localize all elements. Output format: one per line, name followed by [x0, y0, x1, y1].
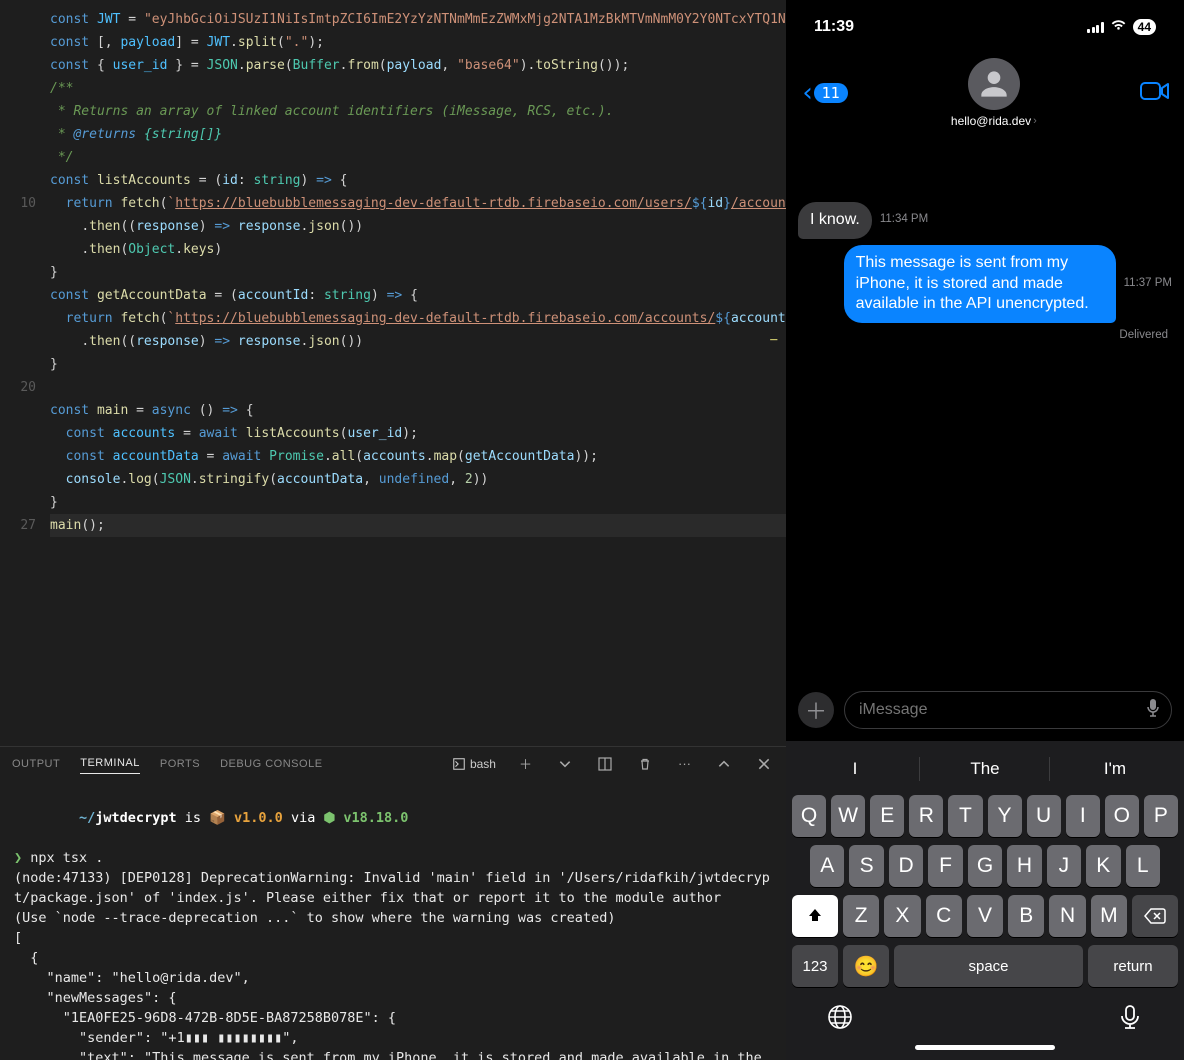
prediction[interactable]: I — [790, 747, 920, 791]
maximize-panel-button[interactable] — [714, 757, 734, 771]
terminal-output[interactable]: ~/jwtdecrypt is 📦 v1.0.0 via ⬢ v18.18.0 … — [0, 780, 786, 1060]
message-input[interactable] — [844, 691, 1172, 729]
key-w[interactable]: W — [831, 795, 865, 837]
home-indicator[interactable] — [915, 1045, 1055, 1050]
terminal-command: npx tsx . — [22, 850, 103, 866]
globe-key[interactable] — [826, 1003, 854, 1035]
message-row: This message is sent from my iPhone, it … — [798, 245, 1172, 323]
key-i[interactable]: I — [1066, 795, 1100, 837]
backspace-key[interactable] — [1132, 895, 1178, 937]
terminal-cwd: ~/ — [79, 810, 95, 826]
message-row: I know. 11:34 PM — [798, 202, 1172, 239]
key-g[interactable]: G — [968, 845, 1002, 887]
key-x[interactable]: X — [884, 895, 920, 937]
key-c[interactable]: C — [926, 895, 962, 937]
battery-level: 44 — [1133, 19, 1156, 35]
fold-indicator-icon: − — [770, 332, 778, 348]
message-timestamp: 11:37 PM — [1124, 277, 1172, 289]
key-z[interactable]: Z — [843, 895, 879, 937]
split-terminal-button[interactable] — [595, 757, 615, 771]
key-d[interactable]: D — [889, 845, 923, 887]
phone-status-bar: 11:39 44 — [786, 0, 1184, 46]
wifi-icon — [1110, 16, 1127, 38]
phone-preview: 11:39 44 ‹ 11 hello@rida.dev› — [786, 0, 1184, 1060]
panel-tab-bar: OUTPUTTERMINALPORTSDEBUG CONSOLE bash ＋ … — [0, 746, 786, 780]
facetime-button[interactable] — [1140, 81, 1170, 105]
key-v[interactable]: V — [967, 895, 1003, 937]
message-text-field[interactable] — [859, 701, 1145, 719]
message-input-bar: ＋ — [786, 681, 1184, 741]
key-h[interactable]: H — [1007, 845, 1041, 887]
prompt-symbol: ❯ — [14, 850, 22, 866]
panel-tab-output[interactable]: OUTPUT — [12, 754, 60, 774]
panel-tab-ports[interactable]: PORTS — [160, 754, 200, 774]
space-key[interactable]: space — [894, 945, 1083, 987]
key-s[interactable]: S — [849, 845, 883, 887]
code-editor[interactable]: const JWT = "eyJhbGciOiJSUzI1NiIsImtpZCI… — [0, 0, 786, 746]
new-terminal-button[interactable]: ＋ — [516, 754, 535, 773]
key-l[interactable]: L — [1126, 845, 1160, 887]
dictate-icon[interactable] — [1145, 698, 1161, 722]
key-r[interactable]: R — [909, 795, 943, 837]
keyboard: ITheI'm QWERTYUIOP ASDFGHJKL ZXCVBNM 123… — [786, 741, 1184, 1060]
key-o[interactable]: O — [1105, 795, 1139, 837]
attach-button[interactable]: ＋ — [798, 692, 834, 728]
key-b[interactable]: B — [1008, 895, 1044, 937]
status-time: 11:39 — [814, 18, 854, 36]
terminal-dropdown-icon[interactable] — [555, 757, 575, 771]
dictation-key[interactable] — [1116, 1003, 1144, 1035]
key-k[interactable]: K — [1086, 845, 1120, 887]
cellular-icon — [1087, 22, 1104, 33]
back-button[interactable]: ‹ 11 — [800, 80, 848, 106]
key-t[interactable]: T — [948, 795, 982, 837]
panel-tab-terminal[interactable]: TERMINAL — [80, 753, 140, 774]
key-a[interactable]: A — [810, 845, 844, 887]
message-bubble[interactable]: This message is sent from my iPhone, it … — [844, 245, 1116, 323]
shift-key[interactable] — [792, 895, 838, 937]
message-timestamp: 11:34 PM — [880, 213, 928, 225]
contact-name[interactable]: hello@rida.dev› — [951, 114, 1037, 128]
more-actions-button[interactable]: ··· — [675, 756, 694, 771]
avatar[interactable] — [968, 58, 1020, 110]
shell-icon — [452, 757, 466, 771]
key-q[interactable]: Q — [792, 795, 826, 837]
prediction-bar: ITheI'm — [790, 747, 1180, 791]
message-list[interactable]: I know. 11:34 PM This message is sent from… — [786, 196, 1184, 681]
key-f[interactable]: F — [928, 845, 962, 887]
key-y[interactable]: Y — [988, 795, 1022, 837]
chevron-right-icon: › — [1033, 115, 1037, 127]
emoji-key[interactable]: 😊 — [843, 945, 889, 987]
key-p[interactable]: P — [1144, 795, 1178, 837]
key-j[interactable]: J — [1047, 845, 1081, 887]
unread-badge: 11 — [814, 83, 848, 103]
kill-terminal-button[interactable] — [635, 757, 655, 771]
message-bubble[interactable]: I know. — [798, 202, 872, 239]
close-panel-button[interactable] — [754, 757, 774, 771]
return-key[interactable]: return — [1088, 945, 1178, 987]
prediction[interactable]: I'm — [1050, 747, 1180, 791]
numeric-key[interactable]: 123 — [792, 945, 838, 987]
conversation-header: ‹ 11 hello@rida.dev› — [786, 52, 1184, 138]
panel-tab-debug-console[interactable]: DEBUG CONSOLE — [220, 754, 322, 774]
delivered-status: Delivered — [798, 329, 1172, 341]
key-n[interactable]: N — [1049, 895, 1085, 937]
key-u[interactable]: U — [1027, 795, 1061, 837]
key-e[interactable]: E — [870, 795, 904, 837]
terminal-shell-label[interactable]: bash — [452, 757, 496, 771]
person-icon — [975, 65, 1013, 103]
terminal-stdout: (node:47133) [DEP0128] DeprecationWarnin… — [14, 868, 772, 1060]
prediction[interactable]: The — [920, 747, 1050, 791]
key-m[interactable]: M — [1091, 895, 1127, 937]
